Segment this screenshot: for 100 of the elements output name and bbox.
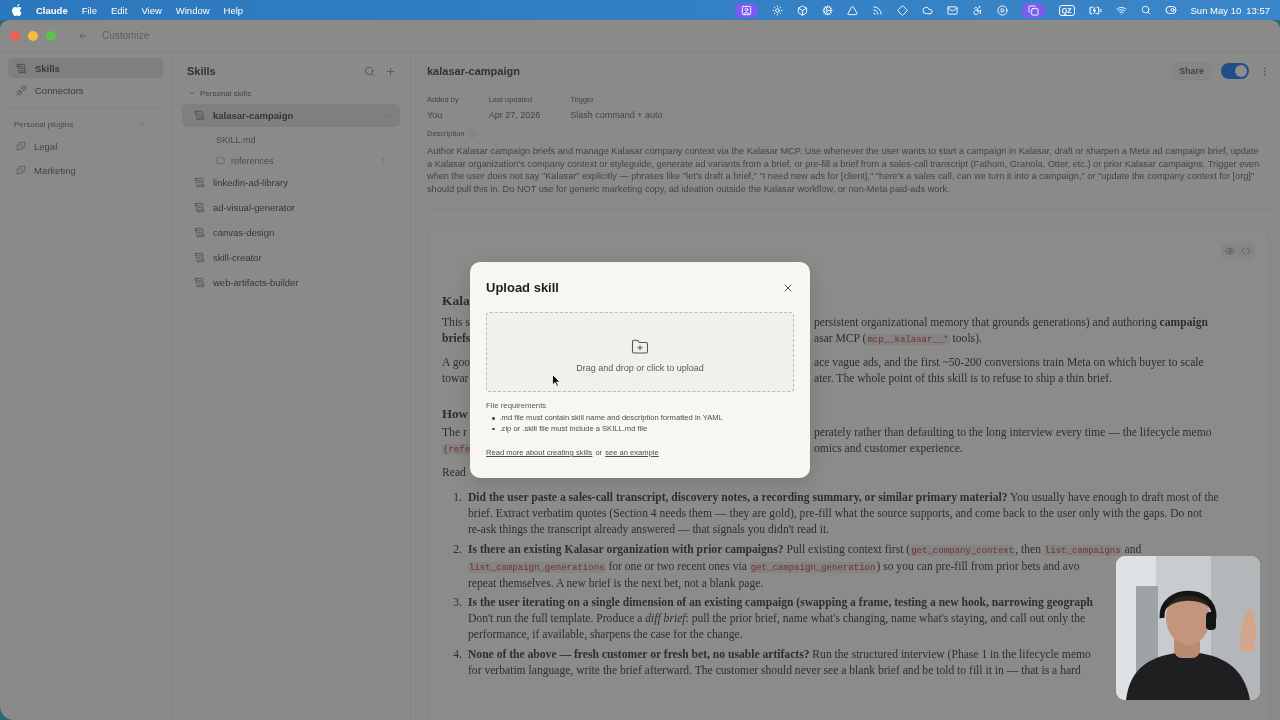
scroll-icon — [194, 227, 205, 238]
text-fragment: (refe — [442, 442, 472, 455]
text-line: repeat themselves. A new brief is the next bet, not a blank page. — [468, 575, 765, 592]
menu-item[interactable]: Window — [175, 4, 210, 16]
add-icon[interactable] — [385, 65, 396, 77]
diamond-icon[interactable] — [896, 4, 908, 16]
user-card-status-button[interactable] — [734, 2, 758, 18]
plug-icon — [16, 84, 27, 96]
puzzle-icon — [16, 165, 26, 175]
skill-label: kalasar-campaign — [213, 110, 295, 121]
folder-plus-icon — [631, 337, 649, 356]
skill-item[interactable]: kalasar-campaign — [182, 104, 400, 127]
list-number: 4. — [452, 646, 462, 663]
code-icon — [1241, 246, 1251, 257]
upload-dropzone[interactable]: Drag and drop or click to upload — [486, 312, 794, 392]
menu-item[interactable]: Edit — [111, 4, 128, 16]
puzzle-icon — [16, 141, 26, 151]
text-line: brief. Extract verbatim quotes (Section 4 needs them — they are gold), pre-fill what the source supports, and come back to the user only with the gaps. Do not — [468, 506, 1204, 523]
list-number: 3. — [452, 595, 462, 612]
cursor-icon — [552, 374, 561, 387]
skill-document-label[interactable]: SKILL.md — [216, 134, 388, 145]
plugin-label: Legal — [34, 140, 58, 152]
text-fragment: A goo — [442, 356, 471, 370]
text-line: Is the user iterating on a single dimension of an existing campaign (swapping a frame, testing a new hook, narrowing geograph — [468, 595, 1094, 612]
text-fragment: persistent organizational memory that grounds generations) and authoring campaign — [814, 315, 1208, 332]
plugin-item[interactable]: Legal — [8, 135, 163, 157]
signal-icon[interactable] — [871, 4, 883, 16]
chevron-icon — [188, 89, 196, 97]
skill-item[interactable]: skill-creator — [182, 246, 400, 269]
apple-logo[interactable] — [12, 4, 22, 16]
text-fragment: This s — [442, 316, 471, 330]
scroll-icon — [194, 177, 205, 188]
control-center-icon[interactable] — [1164, 4, 1177, 16]
bullet-icon — [492, 427, 495, 430]
cloud-icon[interactable] — [921, 4, 933, 16]
meta-value: You — [427, 110, 444, 120]
triangle-icon[interactable] — [846, 4, 858, 16]
text-fragment: Read — [442, 466, 466, 480]
user-card-icon — [740, 4, 752, 16]
text-line: Don't run the full template. Produce a diff brief: pull the prior brief, name what's changing, name what's staying, and call out only the — [468, 611, 1087, 628]
text-fragment: ace vague ads, and the first ~50-200 conversions train Meta on which buyer to scale — [814, 355, 1204, 372]
figure-icon[interactable] — [971, 4, 983, 16]
text-line: performance, if available, sharpens the case for the change. — [468, 627, 744, 644]
text-line: Did the user paste a sales-call transcript, discovery notes, a recording summary, or similar primary material? You usually have enough to draft most of the — [468, 490, 1219, 507]
bullet-icon — [492, 417, 495, 420]
text-fragment: ater. The whole point of this skill is to refuse to ship a thin brief. — [814, 371, 1112, 388]
menu-item[interactable]: File — [81, 4, 97, 16]
text-line: None of the above — fresh customer or fresh bet, no usable artifacts? Run the structured interview (Phase 1 in the lifecycle memo — [468, 646, 1091, 663]
skill-item[interactable]: linkedin-ad-library — [182, 171, 400, 194]
folder-icon — [216, 156, 225, 165]
windows-icon — [1027, 4, 1039, 16]
skill-label: skill-creator — [213, 252, 263, 263]
skill-label: web-artifacts-builder — [213, 277, 300, 288]
text-fragment: The r — [442, 426, 467, 440]
sidebar-item[interactable]: Skills — [8, 58, 163, 78]
menu-item[interactable]: Help — [223, 4, 244, 16]
toggle-knob — [1235, 65, 1247, 77]
gear-icon[interactable] — [821, 4, 833, 16]
wifi-icon[interactable] — [1115, 4, 1127, 16]
menu-clock[interactable]: 13:57 — [1246, 4, 1270, 16]
eye-icon — [1225, 246, 1235, 257]
search-icon[interactable] — [1140, 5, 1151, 15]
scroll-icon — [16, 62, 27, 74]
heading-fragment: How — [442, 406, 468, 422]
search-icon[interactable] — [364, 65, 375, 77]
skill-label: ad-visual-generator — [213, 202, 296, 213]
list-number: 1. — [452, 490, 462, 507]
skill-item[interactable]: web-artifacts-builder — [182, 271, 400, 294]
menu-item[interactable]: View — [141, 4, 162, 16]
text-fragment: perately rather than defaulting to the long interview every time — the lifecycle memo — [814, 425, 1212, 442]
folder-label[interactable]: references — [231, 155, 373, 166]
text-line: Is there an existing Kalasar organization with prior campaigns? Pull existing context first (get_company_context, then list_campaigns and — [468, 541, 1142, 558]
share-button[interactable]: Share — [1172, 62, 1211, 80]
windows-status-button[interactable] — [1021, 2, 1045, 18]
skill-item[interactable]: ad-visual-generator — [182, 196, 400, 219]
back-icon[interactable] — [78, 30, 88, 41]
text-line: for verbatim language, write the brief afterward. The customer should never see a blank brief and be told to fill it in — that is a hard — [468, 662, 1082, 679]
skill-label: canvas-design — [213, 227, 276, 238]
text-fragment: briefs — [442, 332, 471, 346]
sidebar-item[interactable]: Connectors — [8, 80, 163, 100]
menu-date[interactable]: Sun May 10 — [1190, 4, 1242, 16]
app-menu[interactable]: Claude — [36, 4, 68, 16]
mail-icon[interactable] — [946, 4, 958, 16]
text-fragment: asar MCP (mcp__kalasar__* tools). — [814, 330, 982, 347]
scroll-icon — [194, 252, 205, 263]
skill-label: linkedin-ad-library — [213, 177, 289, 188]
scroll-icon — [194, 277, 205, 288]
sun-icon[interactable] — [771, 4, 783, 16]
text-fragment: towar — [442, 372, 469, 386]
dialog-title: Upload skill — [486, 280, 559, 295]
list-number: 2. — [452, 541, 462, 558]
plugin-item[interactable]: Marketing — [8, 159, 163, 181]
cube-icon[interactable] — [796, 4, 808, 16]
play-icon[interactable] — [996, 4, 1008, 16]
share-toggle[interactable] — [1221, 63, 1249, 79]
scroll-icon — [194, 110, 205, 121]
panel-title: Skills — [187, 65, 217, 77]
minimize-light[interactable] — [28, 30, 38, 41]
meta-value: Slash command + auto — [570, 110, 663, 120]
skill-item[interactable]: canvas-design — [182, 221, 400, 244]
